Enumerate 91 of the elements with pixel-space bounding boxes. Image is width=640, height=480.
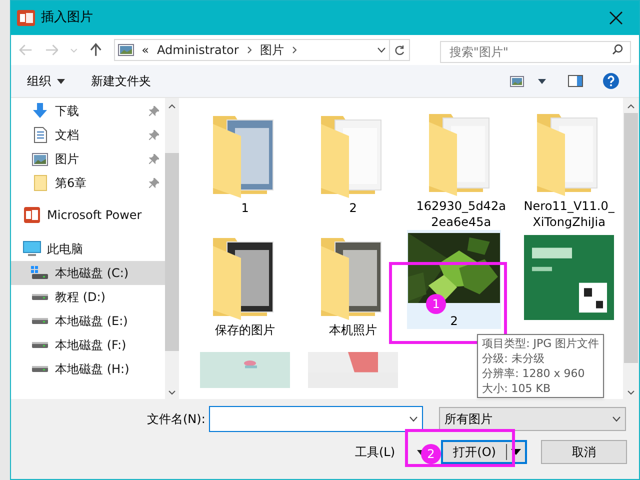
step-number: 2 [421,444,441,464]
sidebar-label: 本地磁盘 (E:) [55,313,129,330]
up-arrow-icon[interactable] [90,43,102,57]
sidebar-item[interactable]: 本地磁盘 (H:) [11,357,166,381]
open-button[interactable]: 打开(O) [441,440,528,464]
sidebar-label: 图片 [55,151,80,168]
down-arrow-icon [32,103,48,119]
file-name: 保存的图片 [214,322,276,338]
tooltip-line: 分级: 未分级 [482,351,544,366]
close-icon[interactable] [609,11,623,25]
file-name: 2 [348,200,358,216]
cancel-button[interactable]: 取消 [541,440,628,464]
powerpoint-logo-icon [17,9,35,27]
folder-icon [34,175,46,191]
chevron-down-icon[interactable] [377,47,386,53]
file-item[interactable]: 1 [191,108,300,224]
caret-icon[interactable] [538,78,546,84]
sidebar-label: Microsoft Power [47,207,143,224]
sidebar-item[interactable]: 下载 [11,99,166,123]
file-item[interactable]: 本机照片 [299,230,408,346]
scrollbar[interactable] [165,98,180,399]
sidebar-item[interactable]: 本地磁盘 (C:) [11,261,166,285]
drive-icon [31,341,49,349]
chevron-up-icon[interactable] [168,104,176,109]
sidebar-label: 文档 [55,127,80,144]
system-drive-icon [31,266,49,280]
view-icon[interactable] [510,76,524,86]
file-name: 1 [240,200,250,216]
field-label: 文件名(N): [147,411,206,428]
window-title: 插入图片 [41,9,93,28]
search-field[interactable]: 搜索"图片" [440,41,631,63]
chevron-down-icon[interactable] [627,390,636,395]
refresh-button[interactable] [390,39,410,61]
file-item[interactable]: 2 [299,108,408,224]
sidebar-item[interactable]: 本地磁盘 (F:) [11,333,166,357]
pin-icon[interactable] [149,178,160,188]
sidebar-label: 本地磁盘 (F:) [55,337,128,354]
sidebar-label: 教程 (D:) [55,289,106,306]
caret-icon [511,449,522,455]
search-icon [612,44,623,55]
scrollbar[interactable] [623,98,639,399]
breadcrumb-segment[interactable]: 图片 [260,41,284,59]
monitor-icon [23,241,41,257]
file-type-dropdown[interactable]: 所有图片 [439,407,626,431]
sidebar-item[interactable]: 本地磁盘 (E:) [11,309,166,333]
chevron-down-icon [409,416,418,422]
toolbar-button[interactable]: 新建文件夹 [91,72,151,90]
pictures-library-icon [118,44,134,56]
tooltip-line: 分辨率: 1280 x 960 [482,366,585,381]
filename-field[interactable] [209,406,424,432]
file-name: Nero11_V11.0_XiTongZhiJia [522,198,616,230]
caret-icon [57,78,65,84]
file-name: 2 [449,313,459,329]
sidebar-item[interactable]: 第6章 [11,171,166,195]
tooltip-line: 项目类型: JPG 图片文件 [482,336,600,351]
chevron-right-icon[interactable] [292,46,297,54]
file-name: 本机照片 [328,322,378,338]
document-icon [34,127,46,143]
sidebar-item[interactable]: 教程 (D:) [11,285,166,309]
sidebar-item[interactable]: 此电脑 [11,237,166,261]
help-icon[interactable] [603,73,619,89]
sidebar-label: 本地磁盘 (C:) [55,265,130,282]
breadcrumb-segment[interactable]: « [142,41,150,59]
pin-icon[interactable] [149,106,160,116]
drive-icon [31,317,49,325]
sidebar-item[interactable]: Microsoft Power [11,203,166,227]
scrollbar-thumb[interactable] [624,113,638,363]
scrollbar-thumb[interactable] [165,153,180,351]
powerpoint-logo-icon [24,207,40,223]
chevron-down-icon [612,416,622,422]
drive-icon [31,293,49,301]
sidebar-item[interactable]: 文档 [11,123,166,147]
pin-icon[interactable] [149,154,160,164]
address-bar[interactable]: « Administrator 图片 [114,39,390,61]
sidebar-label: 第6章 [55,175,88,192]
chevron-down-icon[interactable] [168,390,176,395]
picture-icon [32,152,48,166]
sidebar-label: 此电脑 [47,241,84,258]
breadcrumb-segment[interactable]: Administrator [157,41,239,59]
sidebar-item[interactable]: 图片 [11,147,166,171]
refresh-icon [394,44,405,56]
tooltip-line: 大小: 105 KB [482,381,551,396]
toolbar-button[interactable]: 组织 [27,72,65,90]
preview-pane-icon[interactable] [568,75,583,87]
pin-icon[interactable] [149,130,160,140]
sidebar-label: 本地磁盘 (H:) [55,361,130,378]
drive-icon [31,365,49,373]
chevron-up-icon[interactable] [627,104,636,109]
file-item[interactable]: 保存的图片 [191,230,300,346]
sidebar-label: 下载 [55,103,80,120]
chevron-right-icon[interactable] [246,46,252,54]
